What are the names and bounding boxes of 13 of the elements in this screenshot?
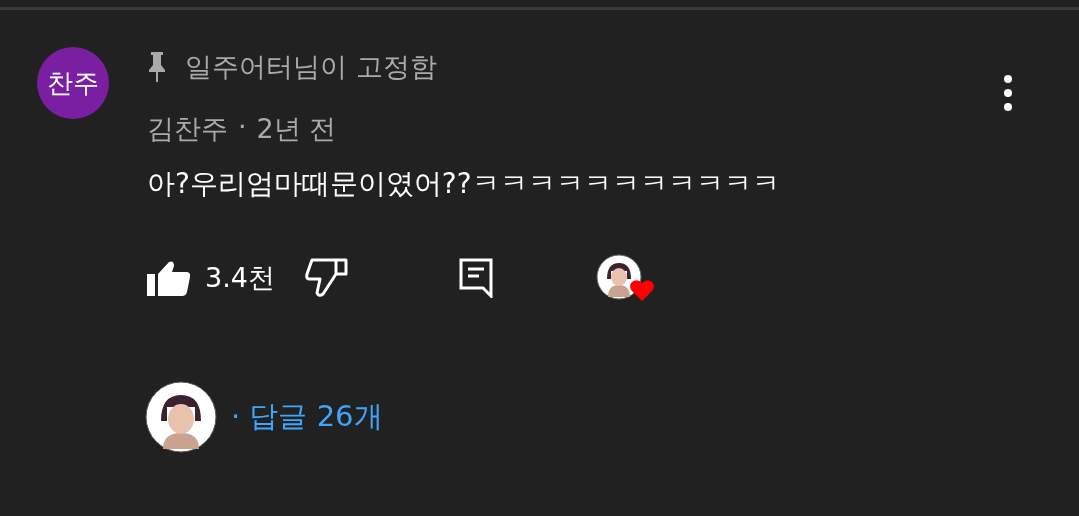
comment-text: 아?우리엄마때문이였어??ㅋㅋㅋㅋㅋㅋㅋㅋㅋㅋㅋ	[147, 166, 781, 202]
creator-avatar	[145, 381, 217, 453]
replies-link[interactable]: · 답글 26개	[231, 397, 383, 437]
separator-dot: ·	[238, 111, 247, 144]
more-options-icon[interactable]	[1003, 75, 1013, 111]
comment-time[interactable]: 2년 전	[256, 111, 337, 147]
like-count: 3.4천	[205, 261, 275, 295]
like-icon[interactable]	[147, 260, 191, 296]
pinned-label: 일주어터님이 고정함	[185, 50, 437, 84]
author-name[interactable]: 김찬주	[147, 111, 228, 147]
dislike-icon[interactable]	[304, 258, 349, 298]
reply-icon[interactable]	[458, 258, 493, 298]
author-avatar[interactable]: 찬주	[37, 47, 109, 119]
